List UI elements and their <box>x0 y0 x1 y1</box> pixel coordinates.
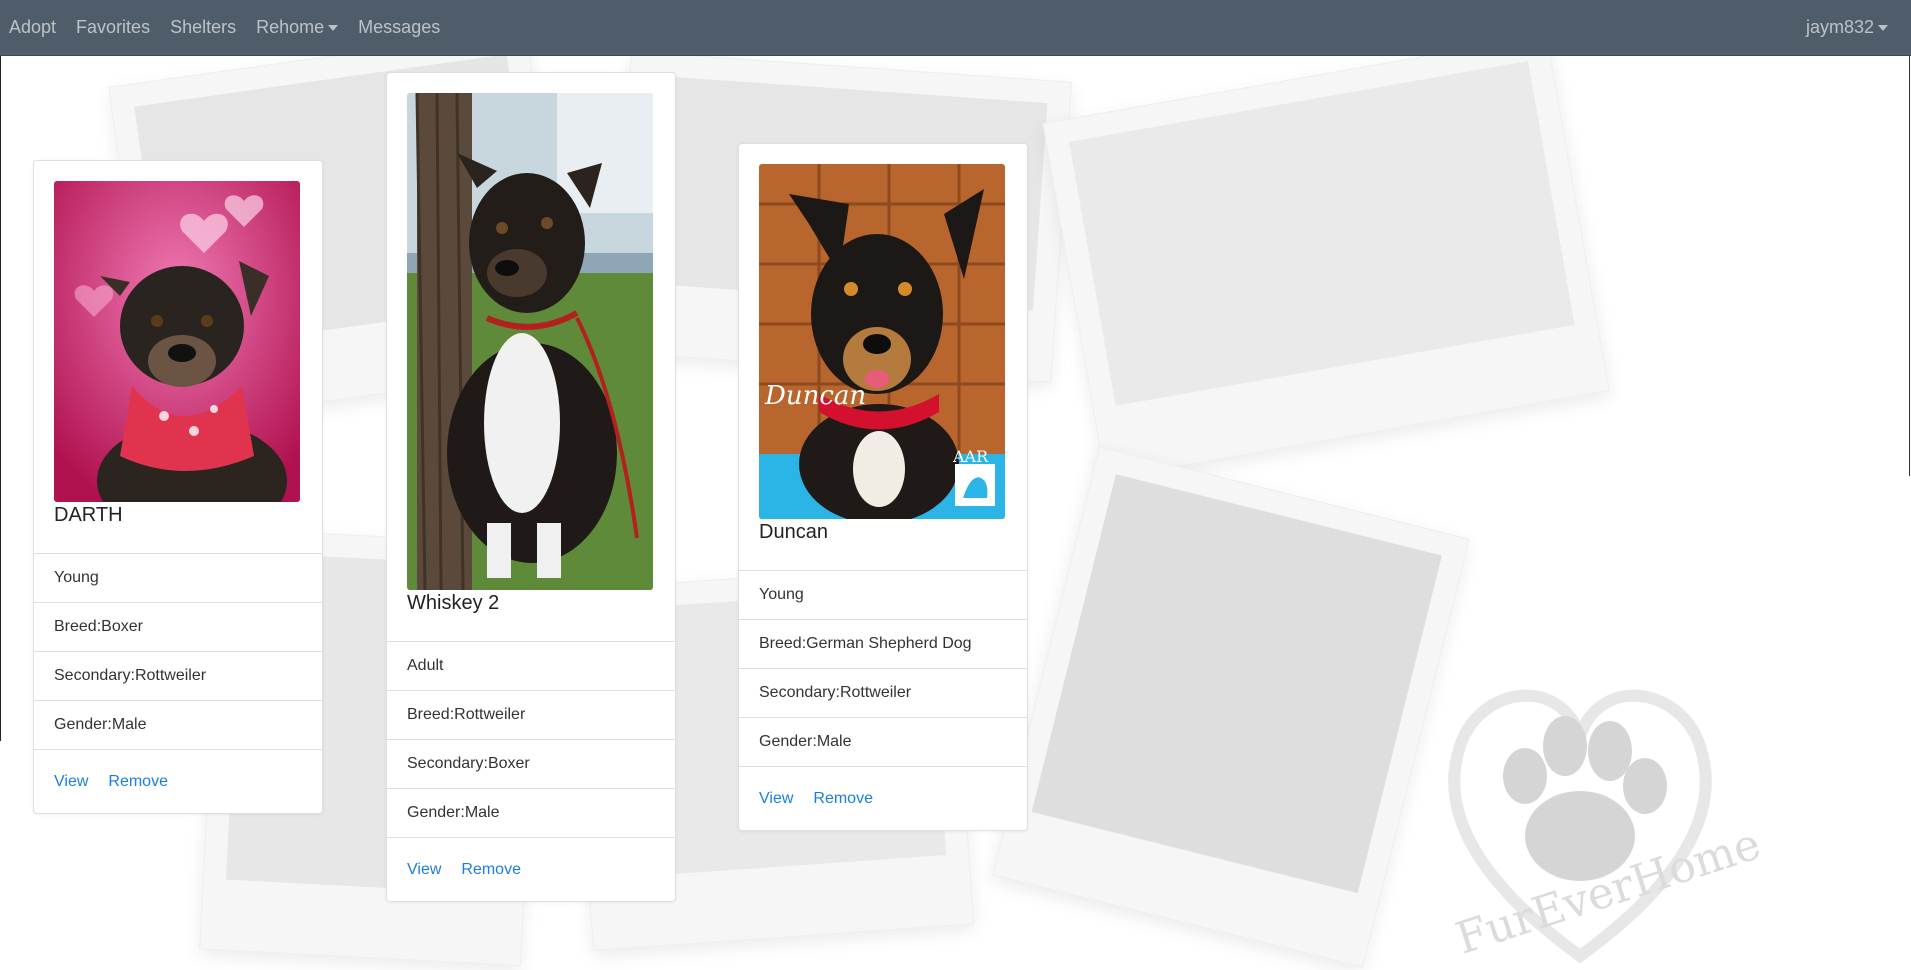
pet-photo <box>54 181 300 502</box>
view-button[interactable]: View <box>407 861 441 879</box>
card-actions: View Remove <box>387 837 675 901</box>
pet-gender: Gender:Male <box>387 788 675 837</box>
nav-favorites[interactable]: Favorites <box>73 17 161 38</box>
pet-photo <box>407 93 653 590</box>
user-name: jaym832 <box>1805 17 1874 37</box>
pet-age: Young <box>739 570 1027 619</box>
pet-secondary-breed: Secondary:Rottweiler <box>739 668 1027 717</box>
pet-card: Duncan AAR Duncan Young Breed:German She… <box>738 143 1028 831</box>
remove-button[interactable]: Remove <box>108 773 168 791</box>
background-polaroid <box>1042 56 1610 480</box>
chevron-down-icon <box>328 25 339 32</box>
nav-shelters[interactable]: Shelters <box>167 17 247 38</box>
pet-breed: Breed:German Shepherd Dog <box>739 619 1027 668</box>
right-edge-line <box>1909 56 1910 476</box>
nav-messages[interactable]: Messages <box>355 17 451 38</box>
view-button[interactable]: View <box>54 773 88 791</box>
card-actions: View Remove <box>739 766 1027 830</box>
furever-home-logo: FurEverHome <box>1430 616 1767 970</box>
photo-caption: Duncan <box>764 381 866 411</box>
remove-button[interactable]: Remove <box>813 790 873 808</box>
chevron-down-icon <box>1878 25 1888 32</box>
pet-name: DARTH <box>54 504 123 526</box>
pet-name: Duncan <box>759 521 828 543</box>
pet-card: Whiskey 2 Adult Breed:Rottweiler Seconda… <box>386 72 676 902</box>
pet-gender: Gender:Male <box>34 700 322 749</box>
pet-breed: Breed:Boxer <box>34 602 322 651</box>
remove-button[interactable]: Remove <box>461 861 521 879</box>
nav-rehome-label: Rehome <box>256 17 325 37</box>
pet-photo: Duncan AAR <box>759 164 1005 519</box>
card-actions: View Remove <box>34 749 322 813</box>
photo-badge: AAR <box>952 447 989 466</box>
pet-age: Young <box>34 553 322 602</box>
pet-secondary-breed: Secondary:Rottweiler <box>34 651 322 700</box>
pet-card: DARTH Young Breed:Boxer Secondary:Rottwe… <box>33 160 323 814</box>
view-button[interactable]: View <box>759 790 793 808</box>
pet-breed: Breed:Rottweiler <box>387 690 675 739</box>
pet-name: Whiskey 2 <box>407 592 500 614</box>
nav-adopt[interactable]: Adopt <box>6 17 67 38</box>
pet-age: Adult <box>387 641 675 690</box>
user-menu-dropdown[interactable]: jaym832 <box>1803 17 1899 38</box>
background-polaroid <box>992 446 1470 968</box>
left-edge-line <box>0 56 1 741</box>
pet-gender: Gender:Male <box>739 717 1027 766</box>
pet-secondary-breed: Secondary:Boxer <box>387 739 675 788</box>
nav-rehome-dropdown[interactable]: Rehome <box>253 17 349 38</box>
top-navbar: Adopt Favorites Shelters Rehome Messages… <box>0 0 1911 56</box>
